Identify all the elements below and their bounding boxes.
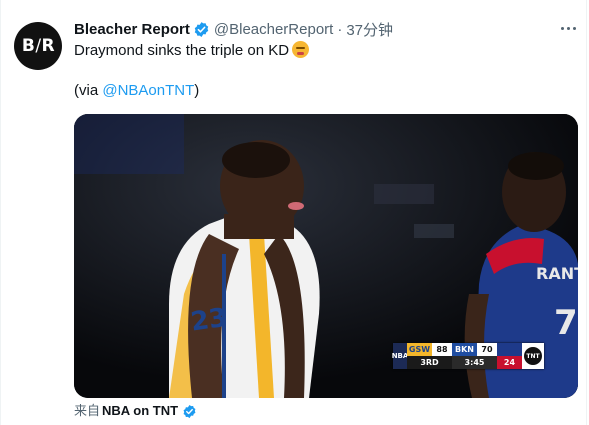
via-suffix: ) [194,82,200,99]
author-name[interactable]: Bleacher Report [74,21,190,38]
tweet-timestamp[interactable]: 37分钟 [346,19,393,40]
angry-face-emoji-icon [292,41,310,58]
timeline-divider-right [586,0,587,425]
team1-score: 88 [432,343,452,356]
scorebug: NBA GSW 88 BKN 70 3RD 3:45 24 TNT [392,343,544,369]
scorebug-row-clock: 3RD 3:45 24 [407,356,522,369]
network-logo: TNT [522,343,544,369]
timeline-divider-left [0,0,1,425]
game-period: 3RD [407,356,452,369]
tweet-source: 来自 NBA on TNT [74,402,201,420]
svg-text:RANT: RANT [536,264,578,283]
via-mention-link[interactable]: @NBAonTNT [102,82,194,99]
nba-logo-icon: NBA [392,343,408,369]
tweet-via: (via @NBAonTNT) [74,81,199,101]
source-prefix: 来自 [74,403,101,418]
more-dot [560,26,564,30]
game-clock: 3:45 [452,356,497,369]
avatar-letter-r: R [41,36,55,56]
more-dot [566,26,570,30]
tweet-body: Draymond sinks the triple on KD [74,42,290,59]
author-handle[interactable]: @BleacherReport [214,21,333,38]
scorebug-row-scores: GSW 88 BKN 70 [407,343,522,356]
more-dot [572,26,576,30]
more-options-icon[interactable] [557,18,579,38]
header-separator: · [337,20,343,38]
avatar-letter-b: B [21,36,35,56]
tweet-header: Bleacher Report @BleacherReport · 37分钟 [74,18,549,40]
tweet-text: Draymond sinks the triple on KD [74,41,574,61]
tnt-logo-icon: TNT [524,347,542,365]
svg-text:23: 23 [189,303,229,338]
video-player[interactable]: 23 RANT 7 NBA GSW 88 BKN 70 3RD 3:45 24 [74,114,578,398]
verified-badge-icon [183,404,196,418]
source-app-link[interactable]: NBA on TNT [102,402,178,420]
svg-text:7: 7 [554,303,578,343]
avatar-slash: / [35,36,41,56]
scorebug-body: GSW 88 BKN 70 3RD 3:45 24 [407,343,522,369]
verified-badge-icon [194,21,209,37]
team2-label: BKN [452,343,477,356]
avatar[interactable]: B / R [14,22,62,70]
team2-score: 70 [477,343,497,356]
shot-clock: 24 [497,356,522,369]
via-prefix: (via [74,82,103,99]
team1-label: GSW [407,343,432,356]
